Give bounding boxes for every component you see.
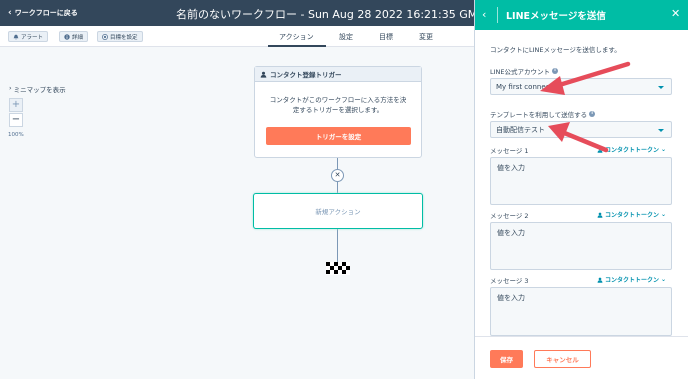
workflow-header: ‹ ワークフローに戻る 名前のないワークフロー - Sun Aug 28 202…: [0, 0, 521, 26]
target-icon: [102, 33, 108, 40]
tab-settings[interactable]: 設定: [339, 32, 353, 42]
info-icon[interactable]: i: [589, 111, 596, 117]
message-1-label: メッセージ 1: [490, 147, 529, 155]
chevron-left-icon: ‹: [8, 7, 12, 18]
show-minimap-toggle[interactable]: › ミニマップを表示: [9, 84, 66, 94]
message-2-label: メッセージ 2: [490, 212, 529, 220]
info-icon: [64, 33, 70, 40]
template-select[interactable]: 自動配信テスト: [490, 121, 672, 138]
panel-footer: 保存 キャンセル: [475, 336, 688, 379]
line-account-select[interactable]: My first connect: [490, 78, 672, 95]
contact-token-link-3[interactable]: コンタクトトークン ⌄: [597, 275, 666, 284]
zoom-controls: + −: [9, 98, 23, 127]
active-tab-indicator: [268, 45, 326, 47]
new-action-card[interactable]: 新規アクション: [253, 193, 423, 229]
header-divider: [497, 7, 498, 23]
zoom-out-button[interactable]: −: [9, 113, 23, 127]
action-side-panel: ‹ LINEメッセージを送信 ✕ コンタクトにLINEメッセージを送信します。 …: [474, 0, 688, 379]
set-goal-button-label: 目標を設定: [110, 34, 138, 41]
trigger-description: コンタクトがこのワークフローに入る方法を決定するトリガーを選択します。: [269, 96, 407, 114]
contact-token-link-2[interactable]: コンタクトトークン ⌄: [597, 210, 666, 219]
chevron-down-icon: ⌄: [661, 211, 667, 218]
set-trigger-button[interactable]: トリガーを設定: [266, 127, 411, 145]
flow-connector: [337, 182, 338, 193]
panel-title: LINEメッセージを送信: [506, 11, 606, 22]
details-button[interactable]: 詳細: [59, 31, 89, 42]
chevron-down-icon: ⌄: [661, 276, 667, 283]
back-link-label: ワークフローに戻る: [14, 9, 78, 17]
message-3-label: メッセージ 3: [490, 277, 529, 285]
set-goal-button[interactable]: 目標を設定: [97, 31, 143, 42]
contact-token-label: コンタクトトークン: [605, 147, 660, 154]
zoom-level: 100%: [8, 132, 24, 138]
contact-icon: [597, 212, 603, 218]
tab-goals[interactable]: 目標: [379, 32, 393, 42]
cancel-button[interactable]: キャンセル: [534, 350, 591, 368]
details-button-label: 詳細: [72, 34, 84, 41]
chevron-down-icon: ⌄: [661, 146, 667, 153]
caret-down-icon: [658, 129, 664, 132]
contact-token-label: コンタクトトークン: [605, 212, 660, 219]
contact-icon: [597, 147, 603, 153]
message-2-input[interactable]: 値を入力: [490, 222, 672, 270]
info-icon[interactable]: i: [552, 68, 559, 74]
panel-intro: コンタクトにLINEメッセージを送信します。: [490, 46, 621, 54]
flow-connector: [337, 229, 338, 262]
tab-changes[interactable]: 変更: [419, 32, 433, 42]
new-action-label: 新規アクション: [315, 208, 361, 216]
template-field-label: テンプレートを利用して送信する i: [490, 109, 596, 119]
panel-header: ‹ LINEメッセージを送信 ✕: [475, 0, 688, 30]
contact-icon: [597, 277, 603, 283]
template-label-text: テンプレートを利用して送信する: [490, 111, 588, 119]
bell-icon: [13, 34, 19, 40]
message-3-input[interactable]: 値を入力: [490, 287, 672, 336]
workflow-title[interactable]: 名前のないワークフロー - Sun Aug 28 2022 16:21:35 G…: [176, 6, 521, 22]
alert-button-label: アラート: [21, 34, 44, 41]
contact-token-link-1[interactable]: コンタクトトークン ⌄: [597, 145, 666, 154]
alert-button[interactable]: アラート: [8, 31, 49, 42]
tab-actions[interactable]: アクション: [279, 32, 314, 42]
zoom-in-button[interactable]: +: [9, 98, 23, 112]
line-account-value: My first connect: [496, 82, 553, 91]
contact-icon: [260, 71, 267, 78]
account-label-text: LINE公式アカウント: [490, 68, 551, 76]
close-icon[interactable]: ✕: [671, 7, 680, 20]
save-button[interactable]: 保存: [490, 350, 523, 368]
toolbar: アラート 詳細 目標を設定 アクション 設定 目標 変更: [0, 26, 474, 47]
trigger-card-title: コンタクト登録トリガー: [270, 71, 342, 79]
panel-back-icon[interactable]: ‹: [482, 8, 486, 21]
enrollment-trigger-card[interactable]: コンタクト登録トリガー コンタクトがこのワークフローに入る方法を決定するトリガー…: [254, 66, 422, 158]
caret-down-icon: [658, 86, 664, 89]
trigger-card-header: コンタクト登録トリガー: [255, 67, 421, 82]
template-value: 自動配信テスト: [496, 125, 545, 134]
flow-connector: [337, 158, 338, 169]
delete-action-button[interactable]: ✕: [331, 169, 344, 182]
end-flag-icon: [326, 262, 350, 275]
account-field-label: LINE公式アカウント i: [490, 66, 559, 76]
chevron-right-icon: ›: [9, 84, 12, 92]
contact-token-label: コンタクトトークン: [605, 277, 660, 284]
back-to-workflows-link[interactable]: ‹ ワークフローに戻る: [8, 8, 78, 18]
minimap-label: ミニマップを表示: [13, 86, 66, 94]
message-1-input[interactable]: 値を入力: [490, 157, 672, 205]
